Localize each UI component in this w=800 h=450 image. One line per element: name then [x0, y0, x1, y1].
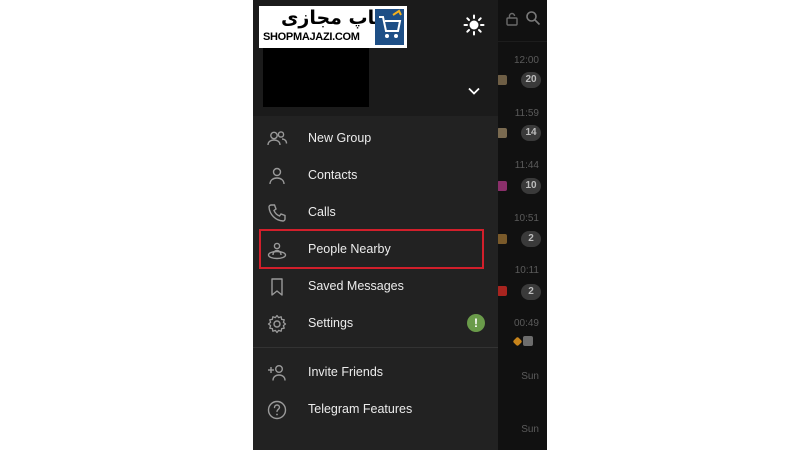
unread-badge: 14 — [521, 125, 541, 141]
chat-list-divider — [498, 41, 547, 42]
menu-item-label: Invite Friends — [308, 365, 384, 379]
unread-badge: 2 — [521, 284, 541, 300]
gear-icon — [267, 314, 287, 334]
chat-time: 10:51 — [513, 213, 539, 224]
chat-time: 12:00 — [513, 55, 539, 66]
menu-item-label: New Group — [308, 131, 372, 145]
chat-thumbnail — [523, 336, 533, 346]
menu-item-people-nearby[interactable]: People Nearby — [253, 231, 498, 268]
search-icon[interactable] — [525, 10, 541, 26]
menu-item-settings[interactable]: Settings ! — [253, 305, 498, 342]
watermark-logo: شاپ مجازی SHOPMAJAZI.COM — [259, 6, 407, 48]
bookmark-icon — [271, 278, 283, 296]
chat-thumbnail — [497, 234, 507, 244]
menu-item-invite-friends[interactable]: Invite Friends — [253, 354, 498, 391]
drawer-header: شاپ مجازی SHOPMAJAZI.COM — [253, 0, 498, 116]
menu-item-saved-messages[interactable]: Saved Messages — [253, 268, 498, 305]
chat-thumbnail — [497, 181, 507, 191]
menu-item-contacts[interactable]: Contacts — [253, 157, 498, 194]
menu-item-label: Saved Messages — [308, 279, 404, 293]
unread-badge: 10 — [521, 178, 541, 194]
settings-alert-badge: ! — [467, 314, 485, 332]
unread-badge: 20 — [521, 72, 541, 88]
chat-thumbnail — [497, 75, 507, 85]
chat-time: Sun — [521, 424, 539, 435]
chat-time: 11:44 — [514, 160, 539, 171]
logo-text-en: SHOPMAJAZI.COM — [263, 31, 360, 43]
menu-item-telegram-features[interactable]: Telegram Features — [253, 391, 498, 428]
sun-icon[interactable] — [463, 14, 485, 36]
question-icon — [267, 400, 287, 420]
chat-time: 00:49 — [513, 318, 539, 329]
chat-time: 10:11 — [514, 265, 539, 276]
menu-item-new-group[interactable]: New Group — [253, 120, 498, 157]
menu-item-label: Contacts — [308, 168, 358, 182]
add-person-icon — [268, 365, 286, 381]
menu-item-label: Calls — [308, 205, 336, 219]
menu-item-label: Settings — [308, 316, 354, 330]
menu-divider — [253, 347, 498, 348]
chevron-down-icon[interactable] — [466, 83, 482, 99]
chat-time: 11:59 — [514, 108, 539, 119]
phone-icon — [268, 204, 286, 222]
chat-time: Sun — [521, 371, 539, 382]
chat-thumbnail — [497, 128, 507, 138]
chat-thumbnail — [497, 286, 507, 296]
menu-item-label: People Nearby — [308, 242, 391, 256]
shopping-cart-icon — [375, 9, 404, 45]
person-icon — [269, 167, 285, 185]
people-nearby-icon — [267, 242, 287, 260]
group-icon — [267, 131, 288, 146]
menu-item-calls[interactable]: Calls — [253, 194, 498, 231]
unread-badge: 2 — [521, 231, 541, 247]
navigation-drawer: شاپ مجازی SHOPMAJAZI.COM New Group Conta… — [253, 0, 498, 450]
phone-screen: 12:00 20 11:59 14 11:44 10 10:51 2 10:11… — [253, 0, 547, 450]
lock-icon[interactable] — [505, 12, 519, 26]
chat-list-background — [498, 0, 547, 450]
avatar[interactable] — [263, 45, 369, 107]
menu-item-label: Telegram Features — [308, 402, 413, 416]
